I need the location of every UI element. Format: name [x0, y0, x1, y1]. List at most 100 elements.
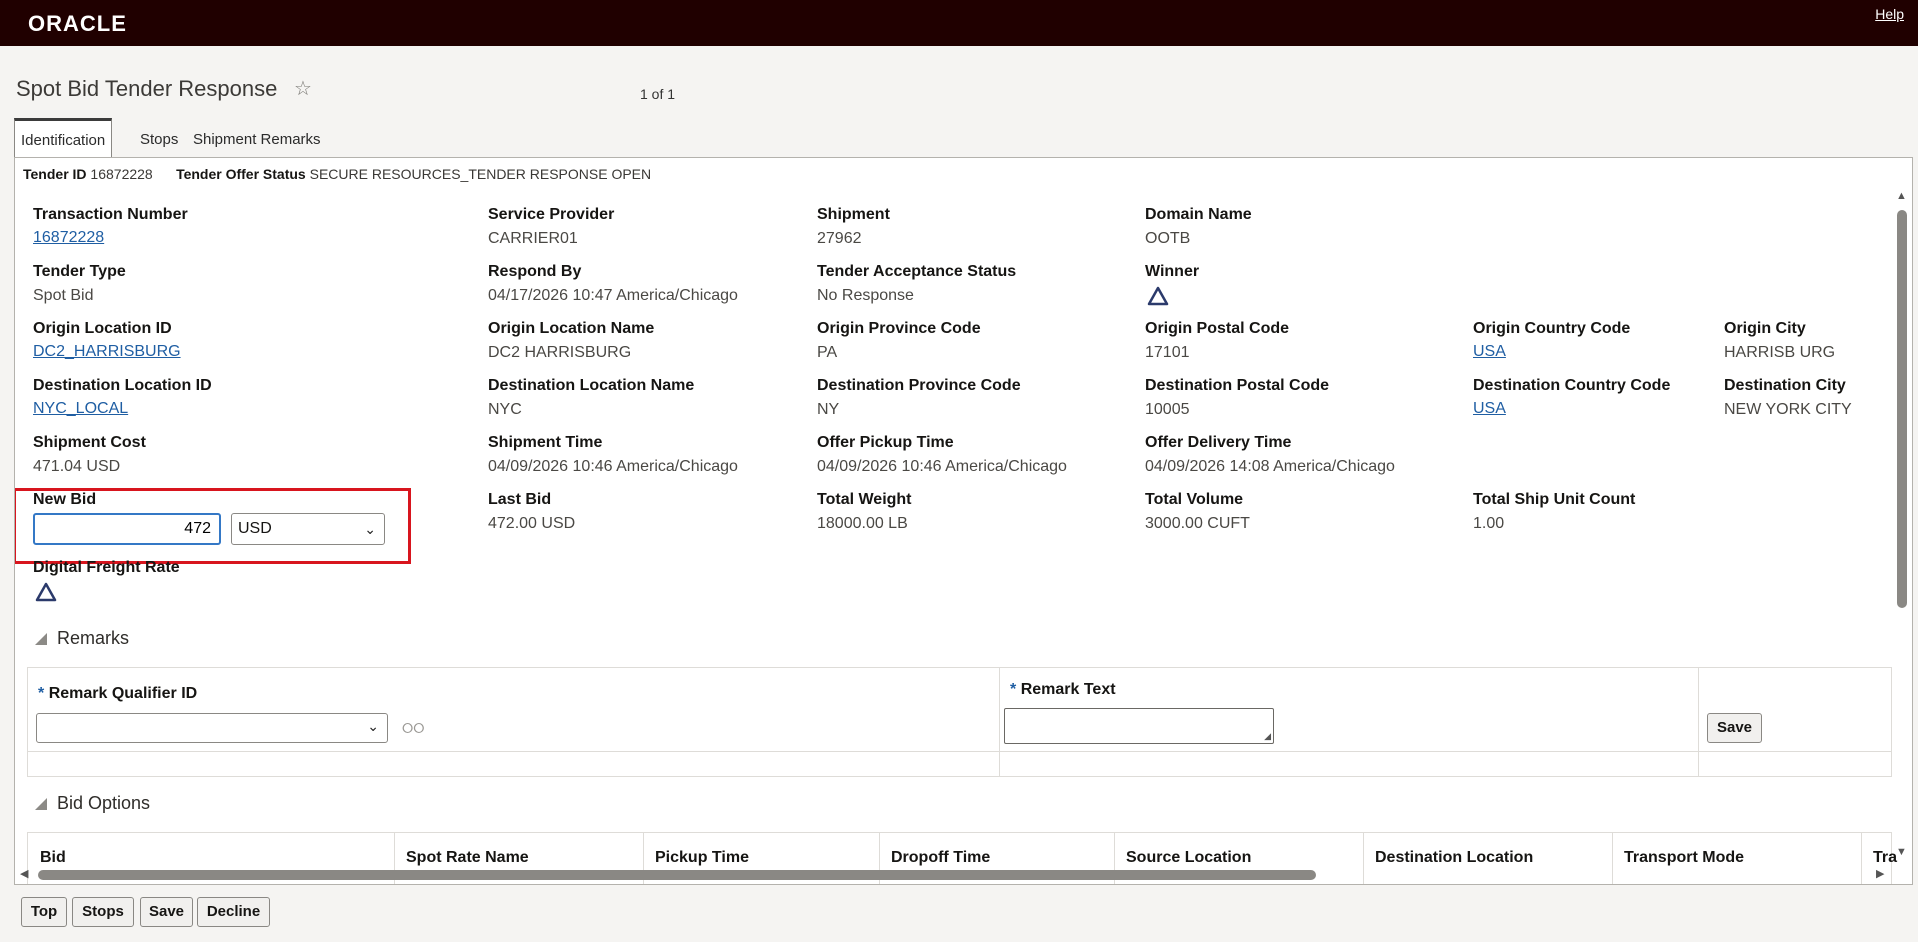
- shipment-time-label: Shipment Time: [488, 434, 603, 451]
- scroll-right-arrow-icon[interactable]: ▶: [1876, 867, 1884, 880]
- destination-location-id-link[interactable]: NYC_LOCAL: [33, 400, 128, 418]
- origin-location-id-label: Origin Location ID: [33, 320, 172, 337]
- collapse-triangle-icon[interactable]: [35, 798, 47, 810]
- origin-country-code-link[interactable]: USA: [1473, 343, 1506, 361]
- destination-country-code-link[interactable]: USA: [1473, 400, 1506, 418]
- horizontal-scroll-thumb[interactable]: [38, 870, 1316, 880]
- last-bid-value: 472.00 USD: [488, 515, 576, 532]
- scroll-up-arrow-icon[interactable]: ▲: [1896, 190, 1907, 202]
- offer-pickup-time-value: 04/09/2026 10:46 America/Chicago: [817, 458, 1067, 475]
- new-bid-label: New Bid: [33, 491, 97, 508]
- oracle-logo: ORACLE: [28, 11, 127, 36]
- resize-grip-icon[interactable]: ◢: [1264, 731, 1271, 742]
- origin-location-name-value: DC2 HARRISBURG: [488, 344, 632, 361]
- remark-save-button[interactable]: Save: [1707, 713, 1762, 743]
- warning-triangle-icon: [35, 582, 57, 602]
- origin-location-id-link[interactable]: DC2_HARRISBURG: [33, 343, 181, 361]
- required-marker: *: [38, 685, 45, 702]
- offer-delivery-time-value: 04/09/2026 14:08 America/Chicago: [1145, 458, 1395, 475]
- remark-text-label-text: Remark Text: [1020, 681, 1116, 698]
- warning-triangle-icon: [1147, 286, 1169, 306]
- tab-stops[interactable]: Stops: [140, 118, 178, 156]
- remark-qualifier-id-label: * Remark Qualifier ID: [38, 685, 197, 703]
- remark-text-label: * Remark Text: [1010, 681, 1116, 699]
- offer-pickup-time-label: Offer Pickup Time: [817, 434, 954, 451]
- destination-postal-code-label: Destination Postal Code: [1145, 377, 1330, 394]
- destination-province-code-value: NY: [817, 401, 840, 418]
- help-link[interactable]: Help: [1875, 6, 1904, 22]
- tender-offer-status-label: Tender Offer Status: [176, 166, 306, 182]
- total-weight-value: 18000.00 LB: [817, 515, 908, 532]
- destination-city-label: Destination City: [1724, 377, 1846, 394]
- vertical-scrollbar[interactable]: ▲ ▼: [1894, 190, 1910, 866]
- domain-name-value: OOTB: [1145, 230, 1191, 247]
- total-ship-unit-count-value: 1.00: [1473, 515, 1505, 532]
- total-weight-label: Total Weight: [817, 491, 912, 508]
- page-title: Spot Bid Tender Response: [16, 76, 278, 101]
- shipment-label: Shipment: [817, 206, 890, 223]
- service-provider-label: Service Provider: [488, 206, 615, 223]
- remarks-table: * Remark Qualifier ID ⌄ ⭘⭘ * Remark Text…: [27, 667, 1892, 777]
- shipment-cost-label: Shipment Cost: [33, 434, 146, 451]
- scroll-left-arrow-icon[interactable]: ◀: [20, 867, 28, 880]
- chevron-down-icon: ⌄: [364, 521, 376, 537]
- new-bid-input[interactable]: [33, 513, 221, 545]
- tender-id-label: Tender ID: [23, 166, 87, 182]
- tender-id-value: 16872228: [90, 166, 153, 182]
- vertical-scroll-thumb[interactable]: [1897, 210, 1907, 608]
- tab-identification[interactable]: Identification: [14, 118, 113, 160]
- collapse-triangle-icon[interactable]: [35, 633, 47, 645]
- tender-summary: Tender ID 16872228 Tender Offer Status S…: [23, 166, 651, 182]
- respond-by-value: 04/17/2026 10:47 America/Chicago: [488, 287, 738, 304]
- top-banner: ORACLE Help: [0, 0, 1918, 46]
- total-volume-label: Total Volume: [1145, 491, 1244, 508]
- origin-city-value: HARRISB URG: [1724, 344, 1836, 361]
- destination-location-name-label: Destination Location Name: [488, 377, 695, 394]
- chevron-down-icon: ⌄: [367, 718, 379, 734]
- remarks-section-title[interactable]: Remarks: [57, 628, 129, 649]
- shipment-value: 27962: [817, 230, 862, 247]
- bid-options-section-title[interactable]: Bid Options: [57, 793, 150, 814]
- stops-button[interactable]: Stops: [72, 897, 134, 927]
- column-header-pickup-time[interactable]: Pickup Time: [655, 849, 749, 867]
- tender-acceptance-status-value: No Response: [817, 287, 914, 304]
- destination-city-value: NEW YORK CITY: [1724, 401, 1852, 418]
- save-button[interactable]: Save: [140, 897, 193, 927]
- tender-type-value: Spot Bid: [33, 287, 94, 304]
- record-pager: 1 of 1: [640, 86, 676, 102]
- shipment-time-value: 04/09/2026 10:46 America/Chicago: [488, 458, 738, 475]
- total-ship-unit-count-label: Total Ship Unit Count: [1473, 491, 1636, 508]
- origin-postal-code-value: 17101: [1145, 344, 1190, 361]
- favorite-star-icon[interactable]: ☆: [294, 76, 312, 101]
- glasses-lookup-icon[interactable]: ⭘⭘: [402, 720, 424, 737]
- column-header-bid[interactable]: Bid: [40, 849, 66, 867]
- remark-qualifier-select[interactable]: ⌄: [36, 713, 388, 743]
- origin-location-name-label: Origin Location Name: [488, 320, 655, 337]
- scroll-down-arrow-icon[interactable]: ▼: [1896, 846, 1907, 858]
- currency-select[interactable]: USD ⌄: [231, 513, 385, 545]
- winner-label: Winner: [1145, 263, 1200, 280]
- tender-type-label: Tender Type: [33, 263, 126, 280]
- digital-freight-rate-label: Digital Freight Rate: [33, 559, 180, 576]
- column-header-dropoff-time[interactable]: Dropoff Time: [891, 849, 990, 867]
- top-button[interactable]: Top: [21, 897, 67, 927]
- origin-province-code-value: PA: [817, 344, 838, 361]
- required-marker: *: [1010, 681, 1017, 698]
- remark-qualifier-id-text: Remark Qualifier ID: [48, 685, 198, 702]
- horizontal-scrollbar[interactable]: ◀ ▶: [14, 866, 1911, 884]
- identification-panel: Tender ID 16872228 Tender Offer Status S…: [14, 157, 1913, 885]
- remark-text-area[interactable]: ◢: [1004, 708, 1274, 744]
- tab-shipment-remarks[interactable]: Shipment Remarks: [193, 118, 321, 156]
- column-header-source-location[interactable]: Source Location: [1126, 849, 1251, 867]
- transaction-number-link[interactable]: 16872228: [33, 229, 104, 247]
- service-provider-value: CARRIER01: [488, 230, 578, 247]
- origin-city-label: Origin City: [1724, 320, 1806, 337]
- tender-offer-status-value: SECURE RESOURCES_TENDER RESPONSE OPEN: [309, 166, 652, 182]
- column-header-transport-mode[interactable]: Transport Mode: [1624, 849, 1744, 867]
- column-header-spot-rate-name[interactable]: Spot Rate Name: [406, 849, 529, 867]
- transaction-number-label: Transaction Number: [33, 206, 188, 223]
- decline-button[interactable]: Decline: [197, 897, 270, 927]
- column-header-destination-location[interactable]: Destination Location: [1375, 849, 1533, 867]
- domain-name-label: Domain Name: [1145, 206, 1252, 223]
- destination-postal-code-value: 10005: [1145, 401, 1190, 418]
